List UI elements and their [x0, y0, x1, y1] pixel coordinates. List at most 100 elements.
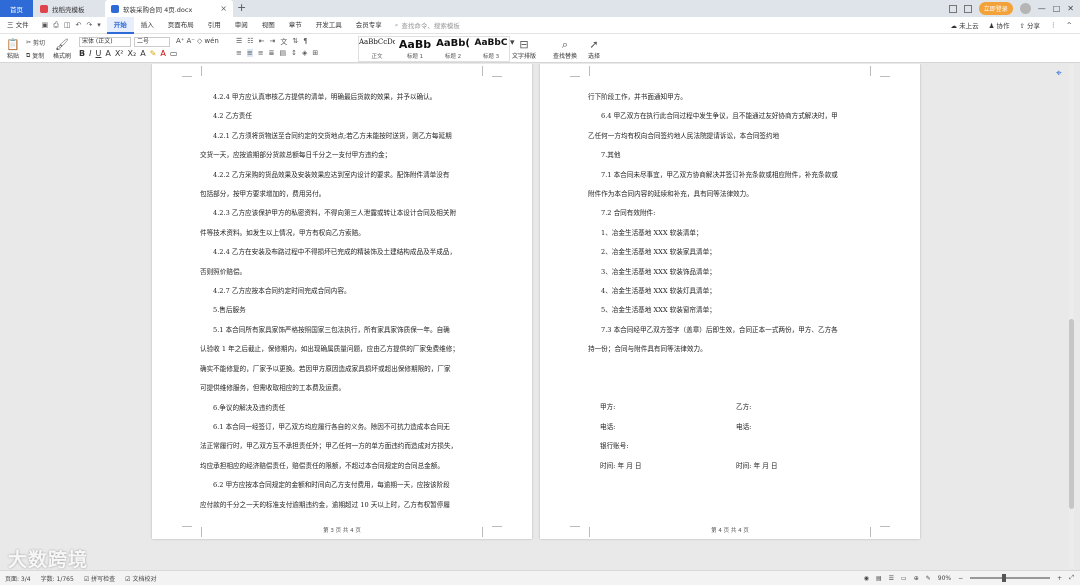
numbering-icon[interactable]: ☷	[247, 37, 253, 47]
menu-item-developer[interactable]: 开发工具	[309, 17, 349, 34]
text-layout-button[interactable]: ⊟ 文字排版	[508, 36, 540, 62]
more-options-icon[interactable]: ⋮	[1050, 21, 1057, 29]
style-heading-2[interactable]: AaBb( 标题 2	[435, 37, 471, 61]
save-icon[interactable]: ▣	[42, 21, 49, 29]
cloud-status[interactable]: ☁ 未上云	[951, 20, 979, 30]
menu-item-membership[interactable]: 会员专享	[349, 17, 389, 34]
font-size-select[interactable]: 二号	[134, 37, 170, 47]
zoom-slider[interactable]	[970, 574, 1051, 582]
page3-line[interactable]: 交货一天，应按逾期部分货款总额每日千分之一支付甲方违约金；	[200, 146, 484, 165]
char-border-icon[interactable]: ▭	[170, 49, 178, 58]
page3-line[interactable]: 6.2 甲方应按本合同规定的金额和时间向乙方支付费用，每逾期一天，应按该阶段	[200, 476, 484, 495]
strikethrough-icon[interactable]: A	[105, 49, 110, 58]
line-spacing-icon[interactable]: ↕	[291, 49, 297, 57]
page3-line[interactable]: 4.2.3 乙方应该保护甲方的私密资料，不得向第三人泄露或转让本设计合同及相关附	[200, 204, 484, 223]
page3-line[interactable]: 6.1 本合同一经签订，甲乙双方均应履行各自的义务。除因不可抗力造成本合同无	[200, 418, 484, 437]
word-count[interactable]: 字数: 1/765	[36, 574, 79, 583]
menu-item-layout[interactable]: 页面布局	[161, 17, 201, 34]
format-painter-button[interactable]: 🖌 格式刷	[51, 36, 73, 62]
decrease-indent-icon[interactable]: ⇤	[259, 37, 265, 47]
page3-line[interactable]: 6.争议的解决及违约责任	[200, 399, 484, 418]
cut-button[interactable]: ✂ 剪切	[26, 38, 45, 47]
menu-item-view[interactable]: 视图	[255, 17, 282, 34]
style-heading-3[interactable]: AaBbC 标题 3	[473, 37, 509, 61]
page3-line[interactable]: 4.2 乙方责任	[200, 107, 484, 126]
page3-line[interactable]: 应付款的千分之一天的标准支付逾期违约金，逾期超过 10 天以上时，乙方有权暂停履	[200, 496, 484, 515]
collab-button[interactable]: ♟ 协作	[989, 20, 1010, 30]
borders-icon[interactable]: ⊞	[312, 49, 318, 57]
eye-protect-icon[interactable]: ◉	[864, 575, 869, 582]
page4-line[interactable]: 附件作为本合同内容的延续和补充，具有同等法律效力。	[588, 185, 872, 204]
layout-icon[interactable]	[948, 4, 957, 13]
window-list-icon[interactable]	[963, 4, 972, 13]
web-view-icon[interactable]: ⊕	[914, 575, 919, 582]
page4-line[interactable]: 乙任何一方均有权向合同签约地人民法院提请诉讼，本合同签约地	[588, 127, 872, 146]
page3-line[interactable]: 可提供维修服务，但需收取相应的工本费及运费。	[200, 379, 484, 398]
page-4[interactable]: 行下阶段工作，并书面通知甲方。 6.4 甲乙双方在执行此合同过程中发生争议，且不能…	[540, 64, 920, 539]
align-right-icon[interactable]: ≡	[258, 49, 264, 57]
page3-line[interactable]: 4.2.4 乙方在安装及布路过程中不得损坏已完成的精装饰及土建结构成品及半成品，	[200, 243, 484, 262]
location-pin-icon[interactable]: ⌖	[1056, 68, 1067, 79]
distribute-icon[interactable]: ▤	[280, 49, 287, 57]
align-center-icon[interactable]: ≡	[246, 49, 253, 57]
minimize-button[interactable]: —	[1038, 4, 1046, 13]
page4-line[interactable]: 持一份；合同与附件具有同等法律效力。	[588, 340, 872, 359]
justify-icon[interactable]: ≣	[269, 49, 275, 57]
page3-line[interactable]: 4.2.7 乙方应按本合同约定时间完成合同内容。	[200, 282, 484, 301]
page3-line[interactable]: 均应承担相应的经济赔偿责任，赔偿责任的限额，不超过本合同规定的合同总金额。	[200, 457, 484, 476]
copy-button[interactable]: ⧉ 复制	[26, 51, 44, 61]
page4-line[interactable]: 7.2 合同有效附件:	[588, 204, 872, 223]
page3-line[interactable]: 4.2.1 乙方须将货物送至合同约定的交货地点;若乙方未能按时送货，则乙方每延期	[200, 127, 484, 146]
page-3[interactable]: 4.2.4 甲方应认真审核乙方提供的清单，明确最后货款的效果，并予以确认。 4.2…	[152, 64, 532, 539]
page3-line[interactable]: 确实不能修复的，厂家予以更换。若因甲方原因造成家具损坏或超出保修期限的，厂家	[200, 360, 484, 379]
phonetic-icon[interactable]: wén	[204, 37, 218, 45]
zoom-out-icon[interactable]: −	[958, 575, 963, 582]
style-heading-1[interactable]: AaBb 标题 1	[397, 37, 433, 61]
read-view-icon[interactable]: ▭	[901, 575, 907, 582]
maximize-button[interactable]: □	[1053, 4, 1061, 13]
spell-check[interactable]: ☑ 拼写检查	[79, 574, 120, 583]
close-window-button[interactable]: ✕	[1067, 4, 1074, 13]
vertical-scrollbar[interactable]	[1069, 64, 1074, 569]
page4-line[interactable]: 7.其他	[588, 146, 872, 165]
scrollbar-thumb[interactable]	[1069, 319, 1074, 509]
bold-icon[interactable]: B	[79, 49, 85, 58]
menu-item-references[interactable]: 引用	[201, 17, 228, 34]
outline-view-icon[interactable]: ☰	[889, 575, 894, 582]
print-icon[interactable]: ⎙	[53, 21, 59, 30]
login-button[interactable]: 立即登录	[978, 2, 1013, 15]
page4-line[interactable]: 5、冶金生活基地 XXX 软装窗帘清单；	[588, 301, 872, 320]
underline-icon[interactable]: U	[95, 49, 101, 58]
font-color-icon[interactable]: A	[160, 49, 165, 58]
write-view-icon[interactable]: ✎	[926, 575, 931, 582]
page4-line[interactable]: 4、冶金生活基地 XXX 软装灯具清单；	[588, 282, 872, 301]
page-3-body[interactable]: 4.2.4 甲方应认真审核乙方提供的清单，明确最后货款的效果，并予以确认。 4.2…	[200, 88, 484, 515]
italic-icon[interactable]: I	[89, 49, 91, 58]
tab-document[interactable]: 软装采购合同 4页.docx ×	[105, 0, 233, 17]
more-icon[interactable]: ▾	[97, 21, 101, 29]
page3-line[interactable]: 否则照价赔偿。	[200, 263, 484, 282]
page4-line[interactable]: 行下阶段工作，并书面通知甲方。	[588, 88, 872, 107]
clear-format-icon[interactable]: ◇	[197, 37, 202, 45]
select-button[interactable]: ➚ 选择	[582, 36, 606, 62]
page3-line[interactable]: 法正常履行时，甲乙双方互不承担责任外；甲乙任何一方的单方面违约而造成对方损失，	[200, 437, 484, 456]
page-view-icon[interactable]: ▤	[876, 575, 882, 582]
tab-home[interactable]: 首页	[0, 0, 33, 17]
page4-line[interactable]: 6.4 甲乙双方在执行此合同过程中发生争议，且不能通过友好协商方式解决时，甲	[588, 107, 872, 126]
zoom-in-icon[interactable]: +	[1057, 575, 1062, 582]
command-search[interactable]: ⌕ 查找命令、搜索模板	[395, 20, 460, 31]
page4-line[interactable]: 2、冶金生活基地 XXX 软装家具清单；	[588, 243, 872, 262]
subscript-icon[interactable]: X₂	[128, 49, 137, 58]
close-tab-icon[interactable]: ×	[220, 4, 227, 13]
page-indicator[interactable]: 页面: 3/4	[0, 574, 36, 583]
find-replace-button[interactable]: ⌕ 查找替换	[548, 36, 582, 62]
collapse-ribbon-icon[interactable]: ^	[1067, 21, 1072, 29]
style-normal[interactable]: AaBbCcDd 正文	[359, 37, 395, 61]
tab-template[interactable]: 找稻壳模板	[34, 0, 104, 17]
increase-indent-icon[interactable]: ⇥	[269, 37, 275, 47]
page4-line[interactable]: 1、冶金生活基地 XXX 软装清单；	[588, 224, 872, 243]
highlight-icon[interactable]: ✎	[150, 49, 157, 58]
proofread[interactable]: ☑ 文档校对	[120, 574, 161, 583]
avatar[interactable]	[1019, 3, 1031, 14]
font-name-select[interactable]: 宋体 (正文)	[79, 37, 131, 47]
